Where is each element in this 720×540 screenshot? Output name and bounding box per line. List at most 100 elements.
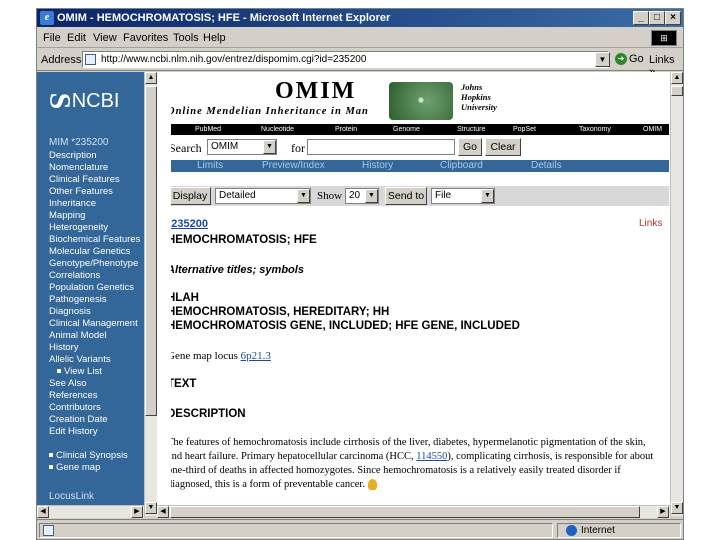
nav-genotype-phenotype[interactable]: Genotype/Phenotype bbox=[49, 258, 140, 270]
db-omim[interactable]: OMIM bbox=[643, 124, 662, 135]
nav-clinical-synopsis[interactable]: Clinical Synopsis bbox=[49, 450, 140, 462]
close-button[interactable]: × bbox=[665, 11, 681, 25]
db-pubmed[interactable]: PubMed bbox=[195, 124, 221, 135]
address-url: http://www.ncbi.nlm.nih.gov/entrez/dispo… bbox=[101, 54, 367, 65]
go-arrow-icon: ➜ bbox=[615, 53, 627, 66]
nav-other-features[interactable]: Other Features bbox=[49, 186, 140, 198]
scroll-thumb[interactable] bbox=[145, 86, 157, 416]
jhu-logo-text[interactable]: Johns Hopkins University bbox=[461, 82, 497, 112]
nav-clinical-management[interactable]: Clinical Management bbox=[49, 318, 140, 330]
search-input[interactable] bbox=[307, 139, 455, 155]
db-protein[interactable]: Protein bbox=[335, 124, 357, 135]
menu-favorites[interactable]: Favorites bbox=[123, 32, 168, 44]
left-frame-hscrollbar[interactable]: ◀ ▶ bbox=[37, 505, 144, 518]
scroll-left-button[interactable]: ◀ bbox=[157, 506, 169, 518]
nav-description[interactable]: Description bbox=[49, 150, 140, 162]
omim-logo-subtitle: Online Mendelian Inheritance in Man bbox=[171, 106, 369, 117]
nav-contributors[interactable]: Contributors bbox=[49, 402, 140, 414]
links-link[interactable]: Links bbox=[639, 218, 662, 229]
tab-details[interactable]: Details bbox=[531, 160, 562, 172]
tab-bar: Limits Preview/Index History Clipboard D… bbox=[171, 160, 669, 172]
menu-file[interactable]: File bbox=[43, 32, 61, 44]
browser-window: e OMIM - HEMOCHROMATOSIS; HFE - Microsof… bbox=[36, 8, 684, 540]
format-select[interactable]: Detailed ▼ bbox=[215, 188, 311, 204]
nav-see-also[interactable]: See Also bbox=[49, 378, 140, 390]
scroll-right-button[interactable]: ▶ bbox=[131, 506, 143, 518]
tab-history[interactable]: History bbox=[362, 160, 393, 172]
hcc-mim-link[interactable]: 114550 bbox=[416, 451, 447, 462]
address-dropdown[interactable]: ▼ bbox=[595, 52, 610, 67]
menu-bar: File Edit View Favorites Tools Help ⊞ bbox=[37, 28, 683, 48]
menu-tools[interactable]: Tools bbox=[173, 32, 199, 44]
show-count-select[interactable]: 20 ▼ bbox=[345, 188, 379, 204]
minimize-button[interactable]: _ bbox=[633, 11, 649, 25]
scroll-up-button[interactable]: ▲ bbox=[671, 72, 683, 84]
gene-map-locus: Gene map locus 6p21.3 bbox=[171, 350, 271, 362]
chevron-down-icon: ▼ bbox=[365, 189, 378, 203]
nav-gene-map[interactable]: Gene map bbox=[49, 462, 140, 474]
nav-diagnosis[interactable]: Diagnosis bbox=[49, 306, 140, 318]
gene-map-locus-link[interactable]: 6p21.3 bbox=[241, 350, 271, 362]
scroll-thumb[interactable] bbox=[671, 86, 683, 96]
ncbi-logo[interactable]: SNCBI bbox=[43, 84, 119, 118]
nav-pathogenesis[interactable]: Pathogenesis bbox=[49, 294, 140, 306]
left-frame-scrollbar[interactable]: ▲ ▼ bbox=[144, 72, 157, 516]
status-text-pane bbox=[39, 523, 553, 538]
globe-icon bbox=[566, 524, 577, 536]
mim-number-link[interactable]: *235200 bbox=[171, 218, 208, 230]
main-frame-scrollbar[interactable]: ▲ ▼ bbox=[670, 72, 683, 516]
nav-view-list[interactable]: View List bbox=[49, 366, 140, 378]
nav-allelic-variants[interactable]: Allelic Variants bbox=[49, 354, 140, 366]
scroll-up-button[interactable]: ▲ bbox=[145, 72, 157, 84]
nav-mapping[interactable]: Mapping bbox=[49, 210, 140, 222]
nav-references[interactable]: References bbox=[49, 390, 140, 402]
nav-creation-date[interactable]: Creation Date bbox=[49, 414, 140, 426]
display-button[interactable]: Display bbox=[171, 187, 211, 205]
chevron-down-icon: ▼ bbox=[263, 140, 276, 154]
nav-gene-map-label: Gene map bbox=[56, 462, 101, 473]
nav-population-genetics[interactable]: Population Genetics bbox=[49, 282, 140, 294]
menu-help[interactable]: Help bbox=[203, 32, 226, 44]
go-button[interactable]: ➜ Go bbox=[615, 53, 644, 66]
nav-biochemical-features[interactable]: Biochemical Features bbox=[49, 234, 140, 246]
scroll-right-button[interactable]: ▶ bbox=[657, 506, 669, 518]
tab-clipboard[interactable]: Clipboard bbox=[440, 160, 483, 172]
format-value: Detailed bbox=[219, 190, 256, 201]
main-frame-hscrollbar[interactable]: ◀ ▶ bbox=[157, 505, 670, 518]
db-popset[interactable]: PopSet bbox=[513, 124, 536, 135]
tab-preview-index[interactable]: Preview/Index bbox=[262, 160, 325, 172]
nav-history[interactable]: History bbox=[49, 342, 140, 354]
nav-molecular-genetics[interactable]: Molecular Genetics bbox=[49, 246, 140, 258]
menu-edit[interactable]: Edit bbox=[67, 32, 86, 44]
search-db-select[interactable]: OMIM ▼ bbox=[207, 139, 277, 155]
db-genome[interactable]: Genome bbox=[393, 124, 420, 135]
address-input[interactable]: http://www.ncbi.nlm.nih.gov/entrez/dispo… bbox=[82, 51, 609, 68]
nav-clinical-features[interactable]: Clinical Features bbox=[49, 174, 140, 186]
nav-correlations[interactable]: Correlations bbox=[49, 270, 140, 282]
db-nucleotide[interactable]: Nucleotide bbox=[261, 124, 294, 135]
lightbulb-icon[interactable] bbox=[367, 479, 377, 491]
go-search-button[interactable]: Go bbox=[458, 138, 482, 156]
page-icon bbox=[85, 54, 96, 65]
scroll-left-button[interactable]: ◀ bbox=[37, 506, 49, 518]
scroll-down-button[interactable]: ▼ bbox=[145, 502, 157, 514]
alt-title-hlah: HLAH bbox=[171, 292, 199, 304]
nav-animal-model[interactable]: Animal Model bbox=[49, 330, 140, 342]
nav-locuslink[interactable]: LocusLink bbox=[49, 491, 94, 502]
maximize-button[interactable]: □ bbox=[649, 11, 665, 25]
db-taxonomy[interactable]: Taxonomy bbox=[579, 124, 611, 135]
jhu-line-2: Hopkins bbox=[461, 92, 491, 102]
scroll-thumb[interactable] bbox=[170, 506, 640, 518]
send-to-select[interactable]: File ▼ bbox=[431, 188, 495, 204]
nav-nomenclature[interactable]: Nomenclature bbox=[49, 162, 140, 174]
nav-edit-history[interactable]: Edit History bbox=[49, 426, 140, 438]
scroll-down-button[interactable]: ▼ bbox=[671, 502, 683, 514]
menu-view[interactable]: View bbox=[93, 32, 117, 44]
db-structure[interactable]: Structure bbox=[457, 124, 485, 135]
tab-limits[interactable]: Limits bbox=[197, 160, 223, 172]
nav-inheritance[interactable]: Inheritance bbox=[49, 198, 140, 210]
clear-button[interactable]: Clear bbox=[485, 138, 521, 156]
omim-logo-title[interactable]: OMIM bbox=[275, 78, 356, 105]
send-to-button[interactable]: Send to bbox=[385, 187, 427, 205]
nav-heterogeneity[interactable]: Heterogeneity bbox=[49, 222, 140, 234]
